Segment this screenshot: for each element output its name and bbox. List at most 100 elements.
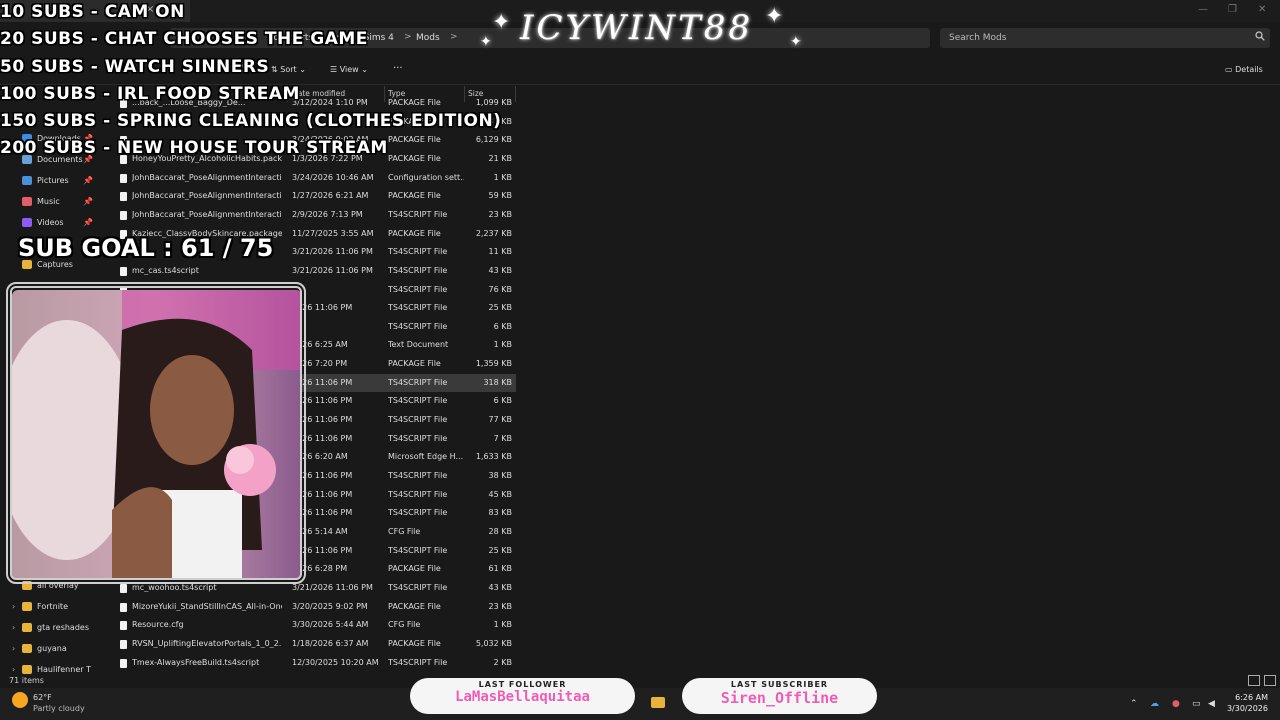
sidebar-item-label: guyana — [37, 644, 67, 653]
weather-temp[interactable]: 62°F — [33, 693, 52, 702]
chevron-right-icon[interactable]: › — [12, 602, 15, 611]
file-size: 28 KB — [488, 526, 512, 536]
more-options-button[interactable]: ··· — [393, 63, 403, 74]
sidebar-item[interactable]: gta reshades — [22, 623, 89, 641]
file-type: TS4SCRIPT File — [388, 396, 448, 406]
pin-icon[interactable]: 📌 — [83, 176, 93, 185]
volume-icon[interactable]: ◀ — [1208, 699, 1215, 709]
file-type: TS4SCRIPT File — [388, 377, 448, 387]
sidebar-item[interactable]: Pictures — [22, 176, 69, 194]
sparkle-icon: ✦ — [492, 10, 511, 35]
chevron-up-icon[interactable]: ⌃ — [1130, 699, 1138, 709]
folder-icon — [22, 665, 32, 674]
clock[interactable]: 6:26 AM 3/30/2026 — [1220, 692, 1268, 714]
file-size: 61 KB — [488, 564, 512, 574]
maximize-icon[interactable]: ❐ — [1228, 4, 1237, 15]
weather-icon[interactable] — [12, 692, 28, 708]
display-icon[interactable]: ▭ — [1192, 699, 1201, 709]
file-size: 45 KB — [488, 489, 512, 499]
file-size: 23 KB — [488, 209, 512, 219]
weather-status[interactable]: Partly cloudy — [33, 704, 85, 713]
file-row[interactable]: MizoreYukii_StandStillInCAS_All-in-One..… — [112, 598, 516, 616]
file-type: PACKAGE File — [388, 638, 441, 648]
file-type: TS4SCRIPT File — [388, 657, 448, 667]
chevron-right-icon[interactable]: › — [12, 623, 15, 632]
clock-time: 6:26 AM — [1235, 693, 1268, 702]
taskbar — [0, 688, 1280, 720]
file-icon — [120, 210, 127, 220]
file-size: 7 KB — [493, 433, 512, 443]
file-name: JohnBaccarat_PoseAlignmentInteractions — [132, 172, 282, 182]
file-size: 1 KB — [493, 620, 512, 630]
item-count: 71 items — [9, 676, 44, 685]
file-date: 3/30/2026 5:44 AM — [292, 620, 369, 630]
file-type: TS4SCRIPT File — [388, 321, 448, 331]
file-icon — [120, 658, 127, 668]
sidebar-item[interactable]: Fortnite — [22, 602, 68, 620]
onedrive-icon[interactable]: ☁ — [1150, 699, 1159, 709]
goal-line: 100 SUBS - IRL FOOD STREAM — [0, 84, 300, 104]
file-type: TS4SCRIPT File — [388, 209, 448, 219]
file-icon — [120, 173, 127, 183]
file-row[interactable]: JohnBaccarat_PoseAlignmentInteractions 3/… — [112, 169, 516, 187]
file-name: JohnBaccarat_PoseAlignmentInteraction... — [132, 191, 282, 201]
file-date: 3/21/2026 11:06 PM — [292, 582, 373, 592]
file-type: PACKAGE File — [388, 98, 441, 107]
tiles-view-icon[interactable] — [1264, 675, 1276, 686]
sidebar-item-label: Haulifenner T — [37, 665, 91, 674]
pin-icon[interactable]: 📌 — [83, 197, 93, 206]
file-name: RVSN_UpliftingElevatorPortals_1_0_2.pac.… — [132, 638, 282, 648]
chevron-right-icon: > — [404, 32, 412, 42]
microphone-icon[interactable]: ● — [1172, 699, 1180, 709]
file-type: TS4SCRIPT File — [388, 247, 448, 257]
file-type: TS4SCRIPT File — [388, 471, 448, 480]
file-type: PACKAGE File — [388, 191, 441, 201]
file-size: 77 KB — [488, 415, 512, 425]
file-row[interactable]: Tmex-AlwaysFreeBuild.ts4script 12/30/2025… — [112, 654, 516, 672]
file-icon — [120, 192, 127, 202]
file-size: 21 KB — [488, 153, 512, 163]
file-date: 2/9/2026 7:13 PM — [292, 209, 363, 219]
file-name: Tmex-AlwaysFreeBuild.ts4script — [132, 657, 260, 667]
minimize-icon[interactable]: — — [1198, 4, 1208, 15]
file-row[interactable]: JohnBaccarat_PoseAlignmentInteraction...… — [112, 206, 516, 224]
last-subscriber-name: Siren_Offline — [720, 689, 839, 707]
search-icon[interactable] — [1255, 31, 1265, 41]
file-type: PACKAGE File — [388, 153, 441, 163]
file-type: Microsoft Edge H... — [388, 452, 464, 462]
file-date: 3/21/2026 11:06 PM — [292, 247, 373, 257]
file-size: 23 KB — [488, 601, 512, 611]
file-row[interactable]: RVSN_UpliftingElevatorPortals_1_0_2.pac.… — [112, 635, 516, 653]
file-date: 1/27/2026 6:21 AM — [292, 191, 369, 201]
sparkle-icon: ✦ — [480, 34, 492, 50]
file-type: TS4SCRIPT File — [388, 265, 448, 275]
file-explorer-icon[interactable] — [651, 697, 665, 708]
file-row[interactable]: Resource.cfg 3/30/2026 5:44 AM CFG File 1 K… — [112, 616, 516, 634]
sidebar-item[interactable]: Captures — [22, 260, 73, 278]
file-row[interactable]: mc_cas.ts4script 3/21/2026 11:06 PM TS4SCR… — [112, 262, 516, 280]
breadcrumb-item[interactable]: Mods — [416, 33, 440, 43]
file-size: 76 KB — [488, 284, 512, 294]
sidebar-item[interactable]: Music — [22, 197, 60, 215]
sidebar-item-label: Music — [37, 197, 60, 206]
file-size: 1 KB — [493, 172, 512, 182]
chevron-right-icon[interactable]: › — [12, 644, 15, 653]
file-icon — [120, 266, 127, 276]
details-view-icon[interactable] — [1248, 675, 1260, 686]
file-size: 25 KB — [488, 303, 512, 313]
clock-date: 3/30/2026 — [1226, 704, 1268, 713]
file-icon — [120, 621, 127, 631]
details-button[interactable]: ▭ Details — [1225, 65, 1263, 74]
file-size: 43 KB — [488, 265, 512, 275]
file-type: PACKAGE File — [388, 564, 441, 574]
sidebar-item[interactable]: guyana — [22, 644, 67, 662]
pin-icon[interactable]: 📌 — [83, 218, 93, 227]
file-type: TS4SCRIPT File — [388, 433, 448, 443]
file-row[interactable]: JohnBaccarat_PoseAlignmentInteraction...… — [112, 187, 516, 205]
file-date: 11/27/2025 3:55 AM — [292, 228, 374, 238]
last-follower-badge: LAST FOLLOWER LaMasBellaquitaa — [410, 678, 635, 714]
view-button[interactable]: ☰ View ⌄ — [330, 65, 368, 74]
sort-button[interactable]: ⇅ Sort ⌄ — [271, 65, 306, 74]
close-window-icon[interactable]: ✕ — [1258, 4, 1266, 15]
chevron-right-icon[interactable]: › — [12, 665, 15, 674]
